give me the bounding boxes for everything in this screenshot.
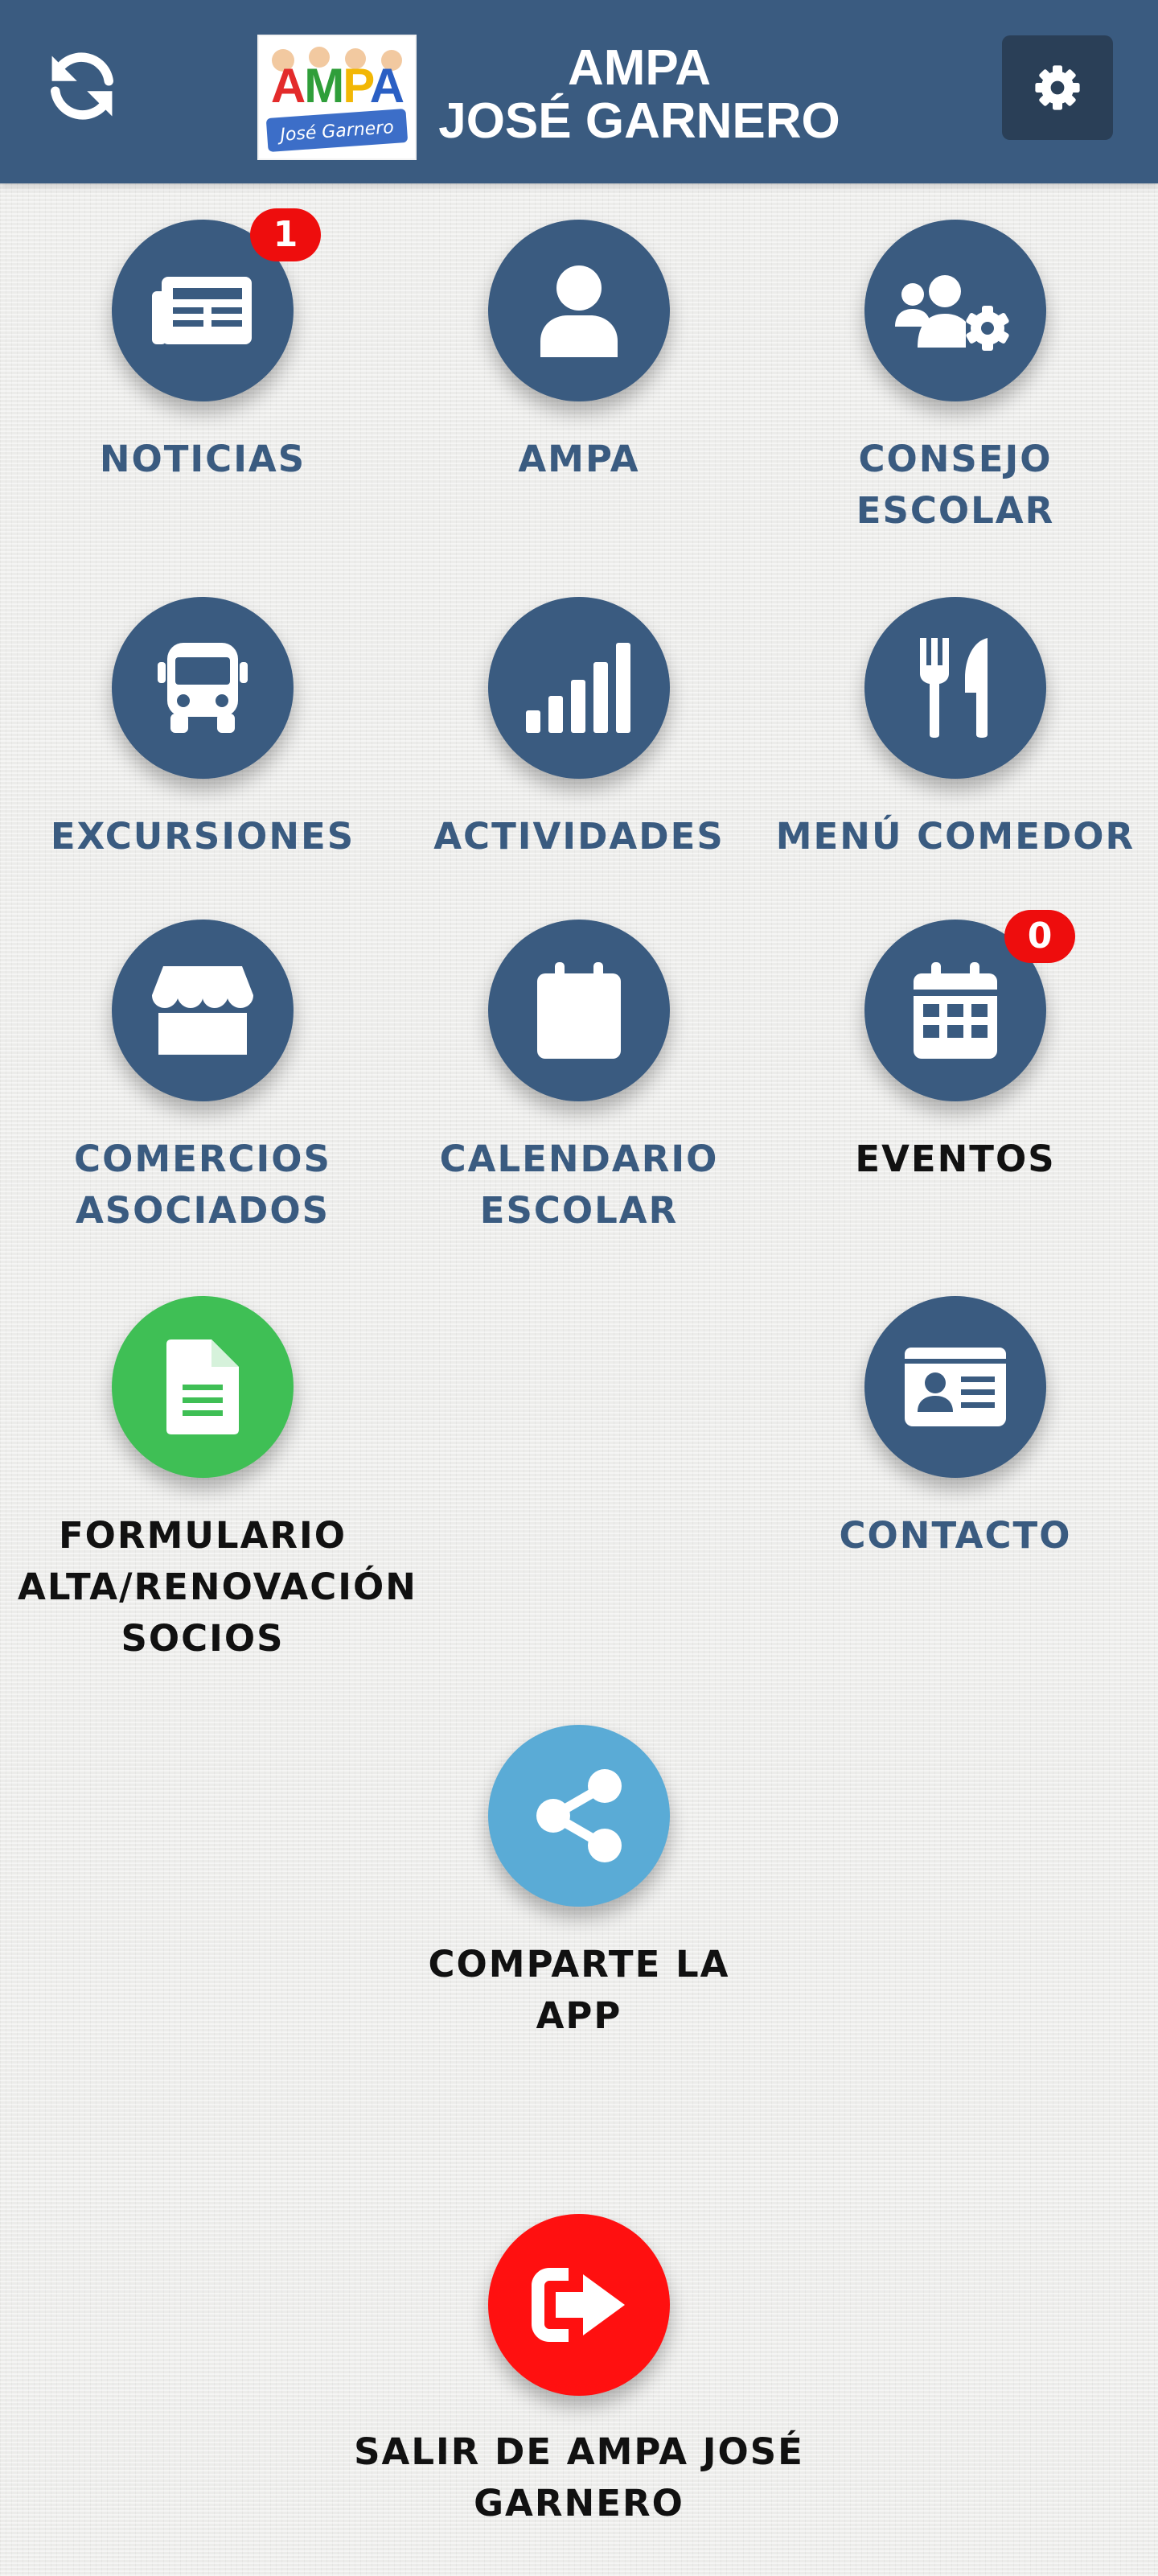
eventos-badge: 0 bbox=[1004, 910, 1075, 963]
tile-actividades[interactable]: ACTIVIDADES bbox=[394, 597, 764, 862]
formulario-label: FORMULARIO ALTA/RENOVACIÓN SOCIOS bbox=[18, 1514, 417, 1660]
salir-circle[interactable] bbox=[488, 2214, 670, 2396]
contacto-label: CONTACTO bbox=[839, 1514, 1072, 1557]
formulario-circle[interactable] bbox=[112, 1296, 294, 1478]
app-header: AMPA José Garnero AMPA JOSÉ GARNERO bbox=[0, 0, 1158, 183]
svg-text:AMPA: AMPA bbox=[271, 59, 404, 113]
actividades-label: ACTIVIDADES bbox=[433, 815, 725, 858]
calendario-label: CALENDARIO ESCOLAR bbox=[439, 1138, 719, 1232]
actividades-circle[interactable] bbox=[488, 597, 670, 779]
tile-salir[interactable]: SALIR DE AMPA JOSÉ GARNERO bbox=[298, 2214, 860, 2529]
signal-bars-icon bbox=[526, 643, 630, 733]
ampa-logo: AMPA José Garnero bbox=[257, 35, 417, 160]
contacto-circle[interactable] bbox=[864, 1296, 1046, 1478]
comercios-circle[interactable] bbox=[112, 920, 294, 1101]
ampa-circle[interactable] bbox=[488, 220, 670, 401]
tile-calendario-escolar[interactable]: CALENDARIO ESCOLAR bbox=[394, 920, 764, 1237]
app-title-line2: JOSÉ GARNERO bbox=[438, 93, 840, 149]
utensils-icon bbox=[920, 638, 988, 738]
tile-menu-comedor[interactable]: MENÚ COMEDOR bbox=[770, 597, 1140, 862]
ampa-label: AMPA bbox=[518, 438, 640, 480]
tile-ampa[interactable]: AMPA bbox=[394, 220, 764, 485]
tile-comercios-asociados[interactable]: COMERCIOS ASOCIADOS bbox=[18, 920, 388, 1237]
refresh-icon bbox=[51, 52, 113, 120]
salir-label: SALIR DE AMPA JOSÉ GARNERO bbox=[354, 2430, 804, 2525]
tile-eventos[interactable]: 0 EVENTOS bbox=[770, 910, 1140, 1185]
consejo-label: CONSEJO ESCOLAR bbox=[856, 438, 1055, 532]
sign-out-icon bbox=[532, 2268, 625, 2342]
users-cog-icon bbox=[895, 275, 1009, 351]
noticias-label: NOTICIAS bbox=[99, 438, 306, 480]
newspaper-icon bbox=[152, 277, 252, 344]
calendario-circle[interactable] bbox=[488, 920, 670, 1101]
excursiones-circle[interactable] bbox=[112, 597, 294, 779]
tile-contacto[interactable]: CONTACTO bbox=[770, 1296, 1140, 1562]
noticias-badge: 1 bbox=[250, 208, 321, 261]
bus-icon bbox=[158, 643, 248, 733]
compartir-circle[interactable] bbox=[488, 1725, 670, 1907]
calendar-grid-icon bbox=[914, 962, 997, 1059]
comercios-label: COMERCIOS ASOCIADOS bbox=[74, 1138, 331, 1232]
eventos-label: EVENTOS bbox=[855, 1138, 1056, 1180]
tile-formulario[interactable]: FORMULARIO ALTA/RENOVACIÓN SOCIOS bbox=[18, 1296, 417, 1665]
consejo-circle[interactable] bbox=[864, 220, 1046, 401]
refresh-button[interactable] bbox=[40, 44, 124, 128]
tile-excursiones[interactable]: EXCURSIONES bbox=[18, 597, 388, 862]
gear-icon bbox=[1035, 65, 1080, 110]
id-card-icon bbox=[905, 1348, 1006, 1426]
share-icon bbox=[536, 1769, 622, 1862]
user-icon bbox=[540, 265, 618, 357]
settings-button[interactable] bbox=[1002, 35, 1113, 140]
excursiones-label: EXCURSIONES bbox=[50, 815, 355, 858]
calendar-icon bbox=[537, 962, 621, 1059]
eventos-circle[interactable]: 0 bbox=[864, 910, 1075, 1101]
noticias-circle[interactable]: 1 bbox=[112, 208, 321, 401]
app-title: AMPA JOSÉ GARNERO bbox=[426, 42, 852, 148]
compartir-label: COMPARTE LA APP bbox=[428, 1943, 730, 2037]
app-title-line1: AMPA bbox=[568, 40, 711, 96]
tile-consejo-escolar[interactable]: CONSEJO ESCOLAR bbox=[770, 220, 1140, 537]
document-icon bbox=[166, 1339, 239, 1434]
menu-label: MENÚ COMEDOR bbox=[775, 815, 1135, 858]
menu-circle[interactable] bbox=[864, 597, 1046, 779]
tile-comparte-app[interactable]: COMPARTE LA APP bbox=[394, 1725, 764, 2042]
tile-noticias[interactable]: 1 NOTICIAS bbox=[18, 208, 388, 485]
store-icon bbox=[152, 966, 253, 1055]
